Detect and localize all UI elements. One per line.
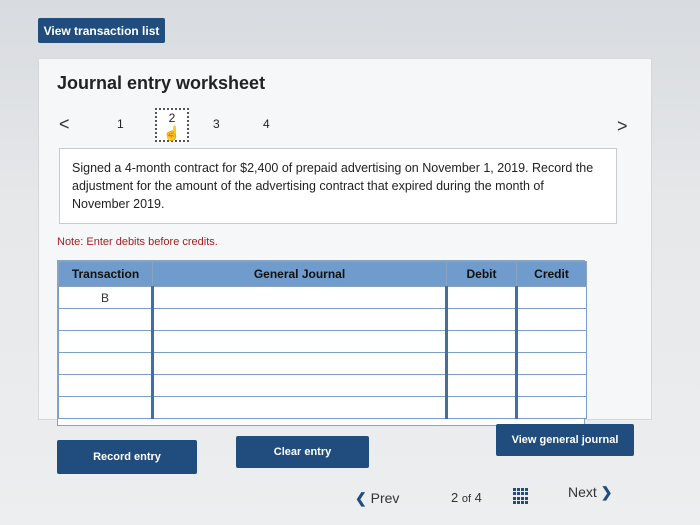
account-input[interactable] (151, 396, 447, 419)
prev-button[interactable]: ❮ Prev (355, 490, 399, 507)
journal-entry-table: Transaction General Journal Debit Credit… (57, 260, 587, 426)
account-input[interactable] (151, 286, 447, 309)
header-general-journal: General Journal (152, 261, 447, 287)
debit-input[interactable] (445, 374, 517, 397)
table-row (58, 374, 587, 397)
pager-prev-icon[interactable]: < (59, 114, 70, 135)
debit-input[interactable] (445, 352, 517, 375)
account-input[interactable] (151, 374, 447, 397)
note-text: Enter debits before credits. (86, 236, 218, 248)
header-credit: Credit (516, 261, 587, 287)
account-input[interactable] (151, 330, 447, 353)
credit-input[interactable] (515, 396, 587, 419)
view-general-journal-button[interactable]: View general journal (496, 424, 634, 456)
page-current: 2 (451, 490, 459, 505)
table-row (58, 352, 587, 375)
transaction-cell: B (58, 286, 153, 309)
pager-page-3[interactable]: 3 (213, 117, 220, 131)
table-row (58, 330, 587, 353)
view-transaction-list-button[interactable]: View transaction list (38, 18, 165, 43)
worksheet-pager: < 1 2 ☝ 3 4 > (55, 108, 635, 144)
account-input[interactable] (151, 308, 447, 331)
credit-input[interactable] (515, 308, 587, 331)
transaction-cell (58, 308, 153, 331)
pager-page-4[interactable]: 4 (263, 117, 270, 131)
pager-next-icon[interactable]: > (617, 116, 628, 137)
transaction-cell (58, 352, 153, 375)
transaction-cell (58, 330, 153, 353)
credit-input[interactable] (515, 330, 587, 353)
record-entry-button[interactable]: Record entry (57, 440, 197, 474)
page-of: of (461, 493, 472, 505)
prev-label: Prev (370, 490, 400, 506)
bottom-navigation: ❮ Prev 2 of 4 Next ❯ (355, 484, 635, 514)
transaction-prompt: Signed a 4-month contract for $2,400 of … (59, 148, 617, 224)
next-button[interactable]: Next ❯ (568, 484, 612, 501)
transaction-cell (58, 374, 153, 397)
chevron-left-icon: ❮ (355, 490, 367, 506)
pager-page-2-label: 2 (168, 111, 176, 125)
entry-note: Note: Enter debits before credits. (57, 236, 218, 248)
page-total: 4 (474, 490, 482, 505)
worksheet-title: Journal entry worksheet (57, 73, 266, 93)
table-row (58, 308, 587, 331)
table-row (58, 396, 587, 419)
header-transaction: Transaction (58, 261, 153, 287)
credit-input[interactable] (515, 286, 587, 309)
transaction-cell (58, 396, 153, 419)
debit-input[interactable] (445, 396, 517, 419)
hand-pointer-icon: ☝ (163, 125, 181, 141)
credit-input[interactable] (515, 352, 587, 375)
grid-icon[interactable] (513, 488, 529, 504)
account-input[interactable] (151, 352, 447, 375)
chevron-right-icon: ❯ (600, 484, 613, 500)
next-label: Next (568, 484, 597, 500)
debit-input[interactable] (445, 308, 517, 331)
debit-input[interactable] (445, 286, 517, 309)
header-debit: Debit (446, 261, 517, 287)
table-row: B (58, 286, 587, 309)
pager-page-2-current[interactable]: 2 ☝ (155, 108, 189, 142)
credit-input[interactable] (515, 374, 587, 397)
note-label: Note: (57, 236, 84, 248)
debit-input[interactable] (445, 330, 517, 353)
page-indicator: 2 of 4 (451, 490, 482, 505)
pager-page-1[interactable]: 1 (117, 117, 124, 131)
clear-entry-button[interactable]: Clear entry (236, 436, 369, 468)
